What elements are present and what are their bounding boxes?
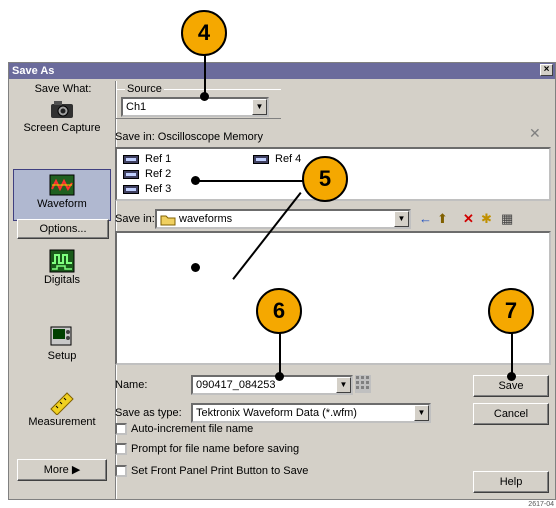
nav-label: Digitals [43, 274, 81, 286]
callout-5-dot-b [191, 263, 200, 272]
callout-4: 4 [181, 10, 227, 56]
ref-label: Ref 4 [275, 153, 302, 165]
callout-5-leader-a [196, 180, 304, 182]
nav-label: Waveform [37, 198, 87, 210]
up-folder-icon[interactable]: ⬆ [437, 212, 448, 226]
callout-6: 6 [256, 288, 302, 334]
file-list[interactable] [115, 231, 551, 365]
type-label: Save as type: [115, 407, 182, 419]
nav-measurement[interactable]: Measurement [13, 391, 111, 437]
checkbox-label: Prompt for file name before saving [131, 443, 300, 455]
ref-icon [123, 154, 139, 164]
callout-4-dot [200, 92, 209, 101]
save-what-pane: Save What: Screen Capture Waveform Optio… [11, 81, 115, 499]
checkbox-label: Auto-increment file name [131, 423, 254, 435]
delete-ref-icon[interactable]: ✕ [529, 125, 541, 142]
back-icon[interactable]: ← [419, 212, 432, 226]
new-folder-icon[interactable]: ✱ [481, 212, 492, 226]
memory-label: Save in: Oscilloscope Memory [115, 131, 263, 143]
chevron-down-icon[interactable]: ▼ [252, 99, 267, 115]
close-button[interactable]: × [540, 64, 553, 76]
print-button-checkbox[interactable]: Set Front Panel Print Button to Save [115, 465, 308, 477]
save-as-dialog: Save As × Save What: Screen Capture Wave… [8, 62, 556, 500]
keypad-icon[interactable] [355, 375, 371, 393]
save-in-label: Save in: [115, 213, 155, 225]
nav-waveform[interactable]: Waveform [13, 169, 111, 221]
nav-setup[interactable]: Setup [13, 325, 111, 371]
delete-icon[interactable]: ✕ [463, 212, 474, 226]
ref-icon [123, 169, 139, 179]
name-value: 090417_084253 [196, 379, 276, 391]
digitals-icon [49, 249, 75, 273]
callout-5-dot-a [191, 176, 200, 185]
ref-label: Ref 2 [145, 168, 172, 180]
folder-value: waveforms [179, 213, 233, 225]
callout-5: 5 [302, 156, 348, 202]
source-label: Source [125, 83, 164, 95]
title-bar: Save As × [9, 63, 555, 79]
prompt-filename-checkbox[interactable]: Prompt for file name before saving [115, 443, 299, 455]
name-label: Name: [115, 379, 148, 391]
more-button[interactable]: More ▶ [17, 459, 107, 481]
checkbox-box[interactable] [115, 423, 127, 435]
checkbox-box[interactable] [115, 443, 127, 455]
list-item[interactable]: Ref 3 [123, 183, 171, 195]
auto-increment-checkbox[interactable]: Auto-increment file name [115, 423, 253, 435]
callout-6-dot [275, 372, 284, 381]
list-item[interactable]: Ref 4 [253, 153, 301, 165]
callout-6-leader [279, 330, 281, 378]
callout-7-leader [511, 330, 513, 376]
view-menu-icon[interactable]: ▦ [501, 212, 513, 226]
list-item[interactable]: Ref 1 [123, 153, 171, 165]
source-value: Ch1 [126, 101, 147, 113]
camera-icon [51, 101, 73, 118]
setup-icon [50, 326, 72, 346]
checkbox-label: Set Front Panel Print Button to Save [131, 465, 309, 477]
ref-icon [253, 154, 269, 164]
help-button[interactable]: Help [473, 471, 549, 493]
nav-digitals[interactable]: Digitals [13, 249, 111, 295]
chevron-down-icon[interactable]: ▼ [336, 377, 351, 393]
type-value: Tektronix Waveform Data (*.wfm) [196, 407, 357, 419]
type-select[interactable]: Tektronix Waveform Data (*.wfm) ▼ [191, 403, 431, 423]
nav-screen-capture[interactable]: Screen Capture [13, 97, 111, 143]
chevron-down-icon[interactable]: ▼ [394, 211, 409, 227]
ref-label: Ref 3 [145, 183, 172, 195]
name-field[interactable]: 090417_084253 ▼ [191, 375, 353, 395]
list-item[interactable]: Ref 2 [123, 168, 171, 180]
ref-icon [123, 184, 139, 194]
nav-label: Screen Capture [23, 122, 101, 134]
cancel-button[interactable]: Cancel [473, 403, 549, 425]
folder-icon [160, 215, 176, 226]
options-button[interactable]: Options... [17, 219, 109, 239]
waveform-icon [49, 174, 75, 196]
figure-code: 2617-04 [528, 501, 554, 508]
source-select[interactable]: Ch1 ▼ [121, 97, 269, 117]
nav-label: Setup [47, 350, 77, 362]
callout-7-dot [507, 372, 516, 381]
ruler-icon [50, 392, 74, 415]
dialog-title: Save As [12, 65, 55, 77]
save-what-heading: Save What: [34, 83, 92, 95]
checkbox-box[interactable] [115, 465, 127, 477]
callout-7: 7 [488, 288, 534, 334]
ref-label: Ref 1 [145, 153, 172, 165]
nav-label: Measurement [28, 416, 96, 428]
chevron-down-icon[interactable]: ▼ [414, 405, 429, 421]
